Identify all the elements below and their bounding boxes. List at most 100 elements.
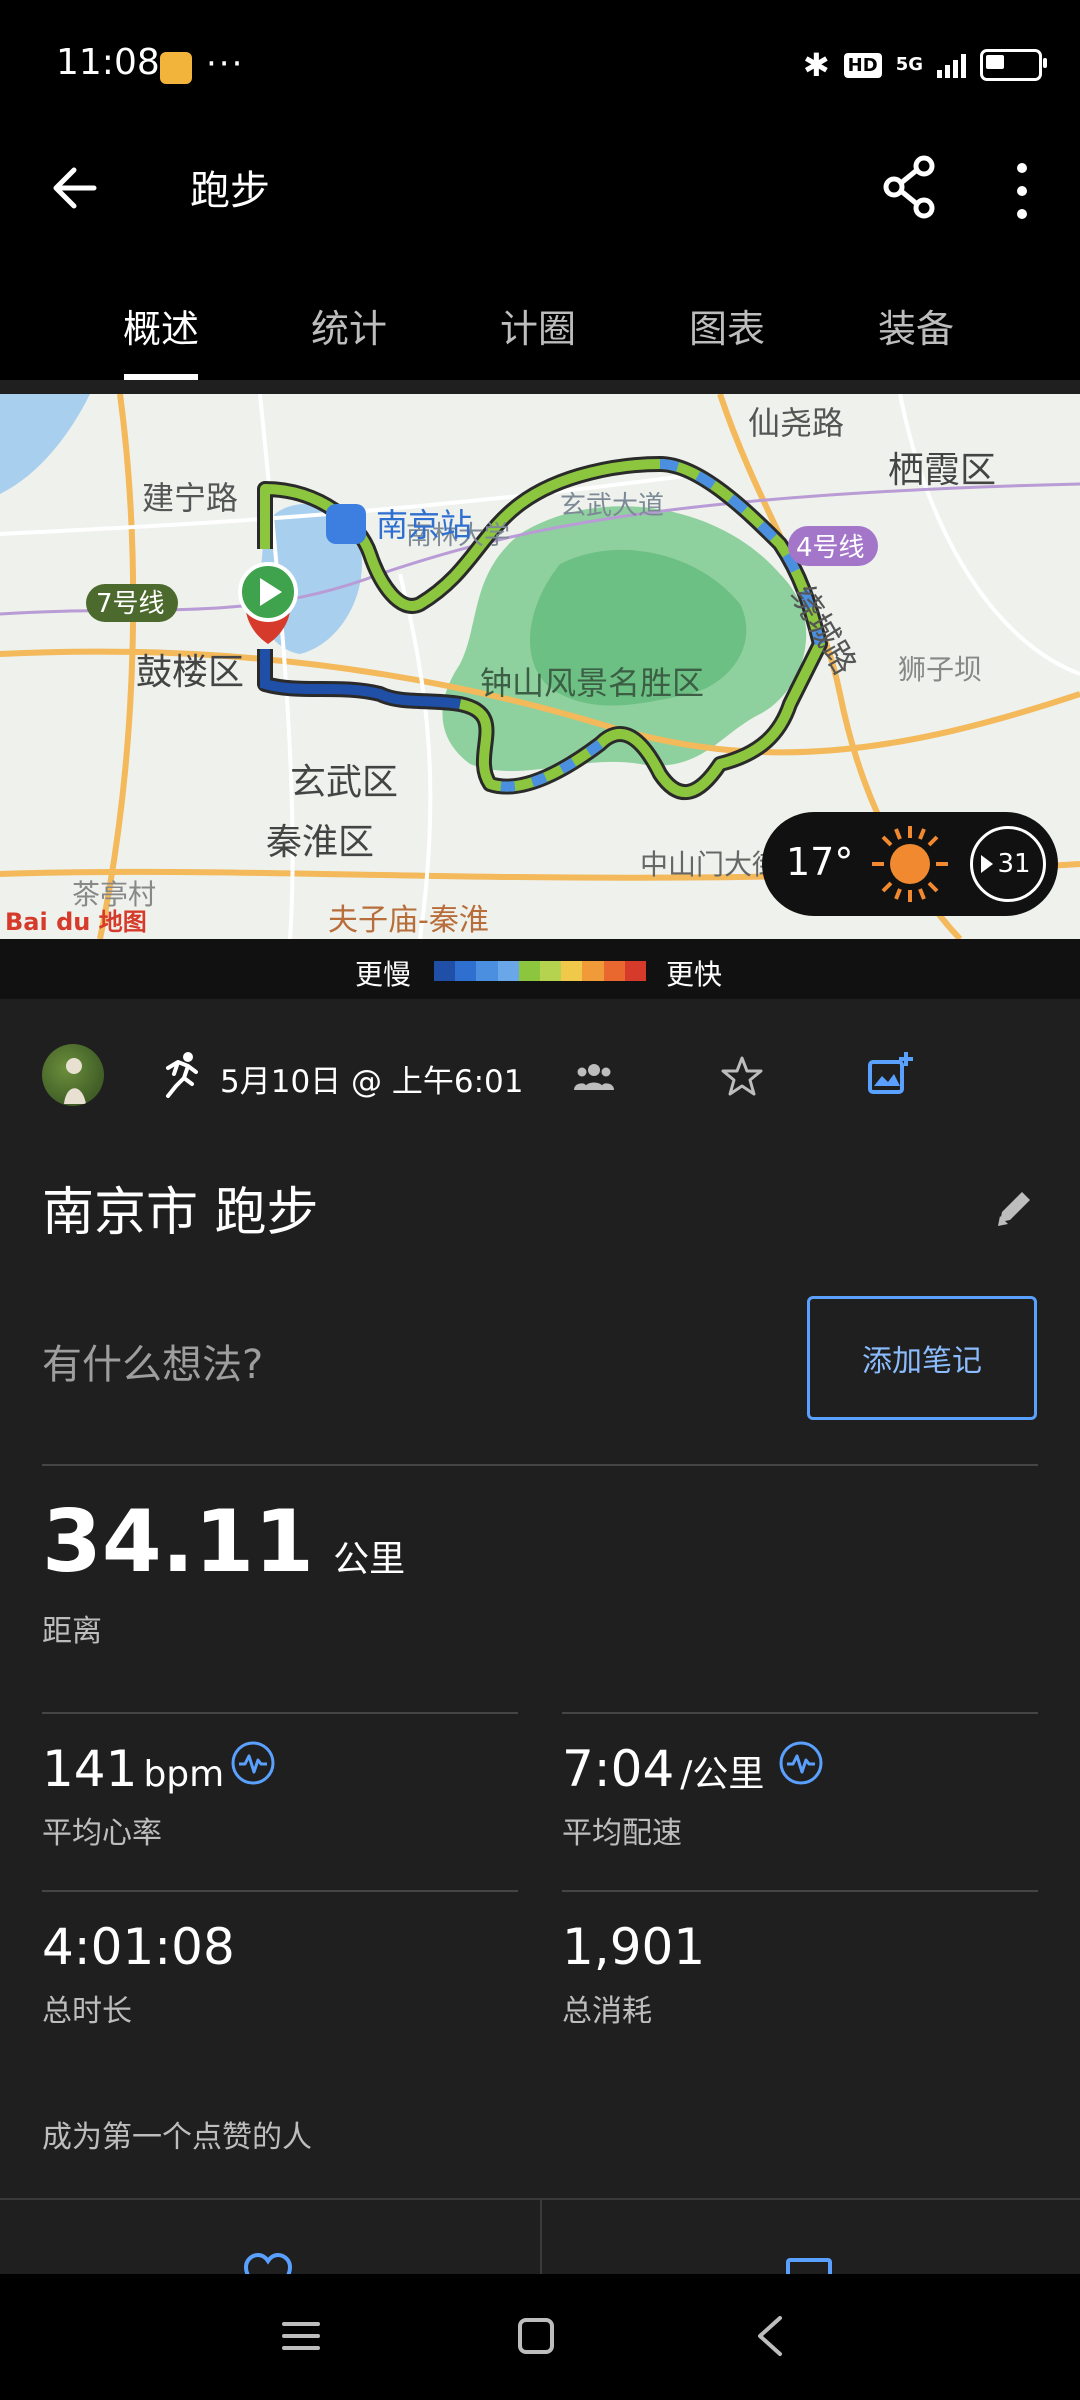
legend-swatch	[624, 961, 647, 981]
pace-chart-icon[interactable]	[778, 1740, 824, 1786]
legend-gradient	[434, 961, 647, 981]
like-icon[interactable]	[242, 2252, 294, 2276]
map-label-jianning: 建宁路	[142, 479, 238, 517]
star-icon[interactable]	[720, 1054, 764, 1098]
distance-value: 34.11	[42, 1492, 315, 1592]
bluetooth-icon: ✱	[802, 46, 830, 84]
status-bar: 11:08 ··· ✱ HD 5G	[0, 0, 1080, 130]
notes-app-icon	[160, 52, 192, 84]
pace-value: 7:04	[562, 1740, 675, 1798]
map-label-gulou: 鼓楼区	[136, 652, 244, 693]
status-indicators: ✱ HD 5G	[802, 46, 1047, 84]
legend-swatch	[497, 961, 519, 981]
running-icon	[166, 1052, 198, 1098]
comment-icon[interactable]	[784, 2256, 834, 2276]
tab-bar: 概述 统计 计圈 图表 装备	[0, 250, 1080, 380]
pace-label: 平均配速	[562, 1816, 682, 1851]
add-photo-icon[interactable]	[866, 1050, 914, 1098]
legend-swatch	[540, 961, 562, 981]
river-shape	[0, 394, 90, 494]
pace-legend: 更慢 更快	[0, 939, 1080, 999]
divider	[42, 1464, 1038, 1466]
map-label-qinhuai: 秦淮区	[266, 822, 374, 863]
sun-icon	[872, 826, 948, 902]
active-tab-indicator	[124, 374, 198, 380]
distance-label: 距离	[42, 1614, 102, 1649]
edit-icon[interactable]	[994, 1186, 1036, 1228]
tab-overview[interactable]: 概述	[66, 298, 256, 353]
divider	[562, 1890, 1038, 1892]
map-label-chating: 茶亭村	[72, 878, 156, 911]
map-label-zhongshan: 钟山风景名胜区	[480, 664, 704, 702]
map-label-station: 南京站	[376, 506, 472, 544]
back-nav-icon[interactable]	[752, 2314, 788, 2358]
signal-icon	[937, 52, 966, 78]
heart-rate-label: 平均心率	[42, 1816, 162, 1851]
heart-rate-stat: 141 bpm	[42, 1740, 224, 1798]
system-nav-bar	[0, 2274, 1080, 2400]
battery-level	[986, 55, 1004, 69]
weather-widget[interactable]: 17° 31	[762, 812, 1058, 916]
legend-swatch	[582, 961, 604, 981]
pace-unit: /公里	[680, 1754, 765, 1795]
home-icon[interactable]	[516, 2316, 556, 2356]
tab-laps[interactable]: 计圈	[443, 298, 633, 353]
pace-stat: 7:04/公里	[562, 1740, 764, 1798]
map-label-xuanwu: 玄武区	[290, 762, 398, 803]
tab-charts[interactable]: 图表	[632, 298, 822, 353]
map-label-zhongshanmen: 中山门大街	[640, 848, 780, 881]
duration-value: 4:01:08	[42, 1918, 235, 1976]
baidu-logo: Bai du 地图	[5, 908, 147, 936]
tab-gear[interactable]: 装备	[821, 298, 1011, 353]
hd-badge: HD	[843, 52, 882, 78]
legend-faster-label: 更快	[666, 958, 723, 991]
map-label-xianyao: 仙尧路	[748, 404, 844, 442]
line7-badge: 7号线	[86, 584, 178, 622]
svg-text:7号线: 7号线	[96, 589, 165, 619]
line4-badge: 4号线	[788, 526, 878, 566]
more-vert-icon[interactable]	[1000, 156, 1044, 226]
wind-badge: 31	[970, 826, 1046, 902]
battery-icon	[980, 49, 1047, 81]
recent-apps-icon[interactable]	[282, 2318, 320, 2354]
calories-value: 1,901	[562, 1918, 706, 1976]
wind-value: 31	[997, 849, 1031, 879]
divider	[42, 1712, 518, 1714]
legend-swatch	[603, 961, 625, 981]
activity-date: 5月10日 @ 上午6:01	[220, 1064, 524, 1100]
svg-text:4号线: 4号线	[796, 533, 865, 563]
map-label-qixia: 栖霞区	[888, 450, 996, 491]
legend-swatch	[561, 961, 583, 981]
activity-meta-row: 5月10日 @ 上午6:01	[0, 1040, 1080, 1110]
divider	[562, 1712, 1038, 1714]
status-time: 11:08	[56, 42, 160, 83]
app-bar: 跑步	[0, 130, 1080, 250]
more-notifications-icon: ···	[206, 44, 245, 84]
tab-stats[interactable]: 统计	[254, 298, 444, 353]
divider	[42, 1890, 518, 1892]
legend-slower-label: 更慢	[355, 958, 412, 991]
arrow-back-icon[interactable]	[46, 158, 106, 218]
page-title: 跑步	[190, 168, 270, 214]
map-label-fuzimiao: 夫子庙-秦淮	[328, 903, 489, 938]
map-label-shizikan: 狮子坝	[898, 653, 982, 686]
share-icon[interactable]	[880, 152, 940, 222]
duration-label: 总时长	[42, 1994, 132, 2029]
group-icon[interactable]	[574, 1058, 614, 1094]
add-note-button[interactable]: 添加笔记	[807, 1296, 1037, 1420]
note-prompt[interactable]: 有什么想法?	[42, 1332, 263, 1390]
map-label-xuanwu-rd: 玄武大道	[560, 491, 664, 521]
social-actions	[0, 2198, 1080, 2276]
distance-unit: 公里	[333, 1539, 406, 1580]
heart-rate-chart-icon[interactable]	[230, 1740, 276, 1786]
avatar[interactable]	[42, 1044, 104, 1106]
heart-rate-unit: bpm	[143, 1754, 225, 1795]
legend-swatch	[455, 961, 477, 981]
legend-swatch	[518, 961, 541, 981]
activity-title: 南京市 跑步	[42, 1183, 319, 1243]
weather-temperature: 17°	[786, 840, 854, 884]
distance-stat: 34.11 公里	[42, 1492, 405, 1592]
nanjing-station-label: 南京站	[326, 504, 472, 544]
network-type: 5G	[895, 54, 923, 75]
calories-label: 总消耗	[562, 1994, 652, 2029]
